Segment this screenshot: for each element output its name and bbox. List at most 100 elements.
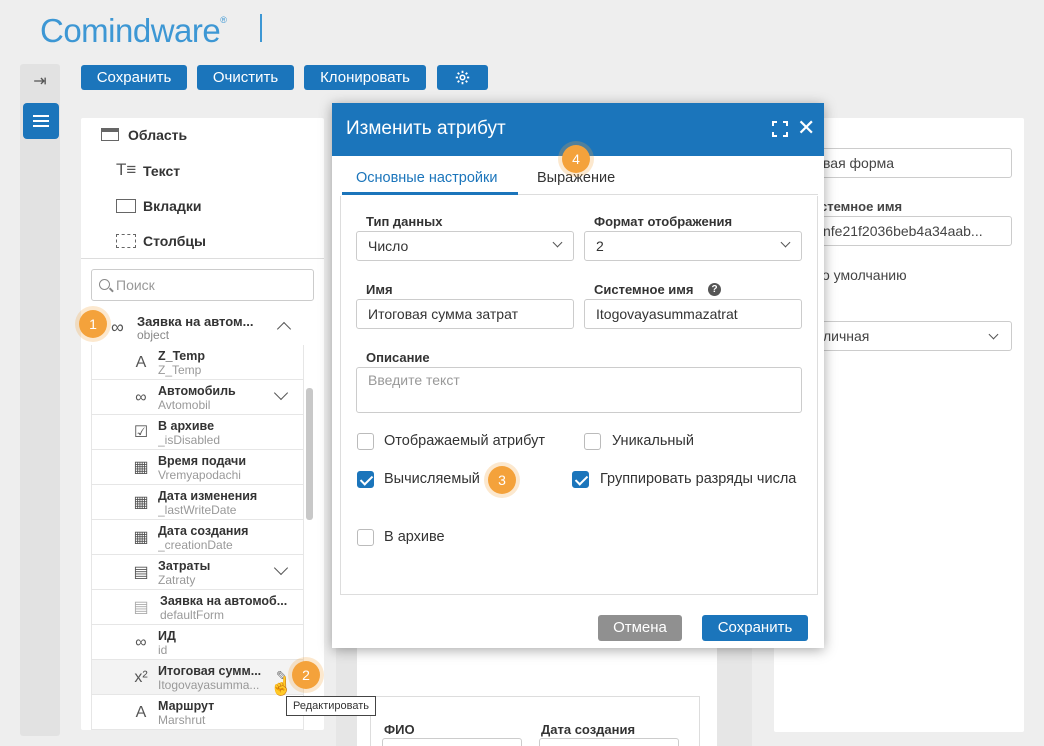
- item-subtitle: Zatraty: [158, 573, 196, 587]
- list-item[interactable]: ▤ Заявка на автомоб... defaultForm: [91, 590, 304, 625]
- item-title: В архиве: [158, 419, 215, 433]
- item-subtitle: Itogovayasumma...: [158, 678, 260, 692]
- item-subtitle: Z_Temp: [158, 363, 202, 377]
- text-type-icon: A: [135, 704, 147, 721]
- item-subtitle: Marshrut: [158, 713, 206, 727]
- system-name-label: Системное имя: [594, 282, 694, 297]
- type-select[interactable]: личная: [800, 321, 1012, 351]
- control-text-label: Текст: [143, 163, 181, 179]
- chevron-down-icon[interactable]: [273, 385, 289, 401]
- step-badge-4: 4: [562, 145, 590, 173]
- calculated-label: Вычисляемый: [384, 471, 480, 487]
- item-subtitle: _creationDate: [158, 538, 233, 552]
- system-name-field[interactable]: Itogovayasummazatrat: [584, 299, 802, 329]
- logo-divider: [260, 14, 262, 42]
- item-title: Дата изменения: [158, 489, 258, 503]
- close-icon[interactable]: ✕: [797, 117, 815, 139]
- display-format-value: 2: [596, 238, 604, 254]
- tree-root-subtitle: object: [137, 328, 170, 342]
- form-icon: ▤: [133, 599, 149, 616]
- fio-field[interactable]: [382, 738, 522, 746]
- help-icon[interactable]: ?: [708, 283, 721, 296]
- archive-checkbox[interactable]: [357, 529, 374, 546]
- created-date-field[interactable]: [539, 738, 679, 746]
- item-subtitle: _lastWriteDate: [158, 503, 237, 517]
- number-type-icon: x²: [134, 669, 148, 686]
- scrollbar[interactable]: [306, 388, 313, 520]
- clone-button[interactable]: Клонировать: [304, 65, 426, 90]
- fio-label: ФИО: [384, 722, 415, 737]
- save-button[interactable]: Сохранить: [81, 65, 187, 90]
- step-badge-1: 1: [79, 310, 107, 338]
- item-subtitle: defaultForm: [160, 608, 225, 622]
- list-item[interactable]: ▦ Время подачи Vremyapodachi: [91, 450, 304, 485]
- list-item[interactable]: A Маршрут Marshrut: [91, 695, 304, 730]
- created-date-label: Дата создания: [541, 722, 636, 737]
- menu-icon[interactable]: [23, 103, 59, 139]
- control-area-label: Область: [128, 127, 188, 143]
- type-select-value: личная: [823, 328, 870, 344]
- clear-button[interactable]: Очистить: [197, 65, 294, 90]
- display-format-label: Формат отображения: [594, 214, 733, 229]
- chevron-down-icon: [988, 329, 999, 340]
- divider: [81, 258, 324, 259]
- item-subtitle: _isDisabled: [158, 433, 221, 447]
- displayed-attribute-label: Отображаемый атрибут: [384, 433, 546, 449]
- item-title: Дата создания: [158, 524, 249, 538]
- display-format-select[interactable]: 2: [584, 231, 802, 261]
- chevron-up-icon[interactable]: [276, 321, 292, 337]
- item-title: Время подачи: [158, 454, 247, 468]
- expand-icon[interactable]: [772, 121, 788, 137]
- list-item[interactable]: ▤ Затраты Zatraty: [91, 555, 304, 590]
- search-icon: [99, 279, 110, 290]
- unique-label: Уникальный: [612, 433, 694, 449]
- record-icon: ▤: [133, 564, 149, 581]
- list-item[interactable]: A Z_Temp Z_Temp: [91, 345, 304, 380]
- list-item[interactable]: ☑ В архиве _isDisabled: [91, 415, 304, 450]
- text-type-icon: A: [135, 354, 147, 371]
- step-badge-2: 2: [292, 661, 320, 689]
- description-label: Описание: [366, 350, 430, 365]
- calendar-icon: ▦: [133, 529, 149, 546]
- name-field[interactable]: Итоговая сумма затрат: [356, 299, 574, 329]
- displayed-attribute-checkbox[interactable]: [357, 433, 374, 450]
- group-digits-checkbox[interactable]: [572, 471, 589, 488]
- control-tabs-label: Вкладки: [143, 198, 202, 214]
- search-placeholder: Поиск: [116, 277, 155, 293]
- search-input[interactable]: Поиск: [91, 269, 314, 301]
- list-item[interactable]: ∞ ИД id: [91, 625, 304, 660]
- tree-root-item[interactable]: ∞ Заявка на автом... object: [91, 310, 304, 344]
- data-type-select[interactable]: Число: [356, 231, 574, 261]
- calendar-icon: ▦: [133, 494, 149, 511]
- edit-tooltip: Редактировать: [286, 696, 376, 716]
- item-title: Z_Temp: [158, 349, 205, 363]
- item-title: Затраты: [158, 559, 211, 573]
- step-badge-3: 3: [488, 466, 516, 494]
- collapse-sidebar-icon[interactable]: ⇥: [31, 73, 49, 91]
- comindware-logo: Comindware®: [40, 12, 227, 49]
- calculated-checkbox[interactable]: [357, 471, 374, 488]
- link-icon: ∞: [111, 317, 124, 337]
- data-type-label: Тип данных: [366, 214, 443, 229]
- system-name-field[interactable]: nfe21f2036beb4a34aab...: [800, 216, 1012, 246]
- chevron-down-icon[interactable]: [273, 560, 289, 576]
- settings-button[interactable]: [437, 65, 488, 90]
- left-rail: [20, 64, 60, 736]
- list-item[interactable]: ▦ Дата создания _creationDate: [91, 520, 304, 555]
- link-icon: ∞: [135, 634, 147, 651]
- form-name-field[interactable]: вая форма: [800, 148, 1012, 178]
- item-title: Автомобиль: [158, 384, 236, 398]
- text-icon: T≡: [116, 160, 137, 179]
- list-item[interactable]: ▦ Дата изменения _lastWriteDate: [91, 485, 304, 520]
- archive-label: В архиве: [384, 529, 445, 545]
- checkbox-type-icon: ☑: [133, 424, 149, 441]
- columns-icon: [116, 234, 136, 248]
- description-textarea[interactable]: Введите текст: [356, 367, 802, 413]
- group-digits-label: Группировать разряды числа: [600, 471, 797, 487]
- tab-basic-settings[interactable]: Основные настройки: [356, 170, 497, 186]
- item-title: Итоговая сумм...: [158, 664, 262, 678]
- unique-checkbox[interactable]: [584, 433, 601, 450]
- list-item[interactable]: ∞ Автомобиль Avtomobil: [91, 380, 304, 415]
- cancel-button[interactable]: Отмена: [598, 615, 682, 641]
- dialog-save-button[interactable]: Сохранить: [702, 615, 808, 641]
